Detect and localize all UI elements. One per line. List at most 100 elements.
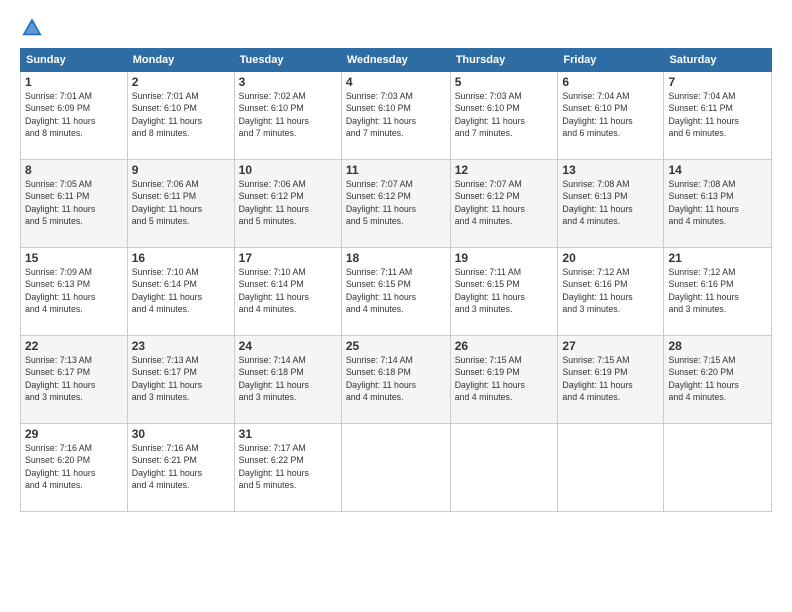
calendar-cell: 7Sunrise: 7:04 AM Sunset: 6:11 PM Daylig… [664,72,772,160]
day-info: Sunrise: 7:13 AM Sunset: 6:17 PM Dayligh… [132,354,230,403]
day-info: Sunrise: 7:06 AM Sunset: 6:11 PM Dayligh… [132,178,230,227]
logo [20,16,48,40]
calendar-cell: 19Sunrise: 7:11 AM Sunset: 6:15 PM Dayli… [450,248,558,336]
page: Sunday Monday Tuesday Wednesday Thursday… [0,0,792,612]
header-wednesday: Wednesday [341,49,450,72]
day-number: 28 [668,339,767,353]
calendar-week-row: 22 Sunrise: 7:13 AM Sunset: 6:17 PM Dayli… [21,336,772,424]
day-number: 21 [668,251,767,265]
calendar-cell: 24Sunrise: 7:14 AM Sunset: 6:18 PM Dayli… [234,336,341,424]
header-friday: Friday [558,49,664,72]
day-number: 6 [562,75,659,89]
day-info: Sunrise: 7:04 AM Sunset: 6:11 PM Dayligh… [668,90,767,139]
day-info: Sunrise: 7:07 AM Sunset: 6:12 PM Dayligh… [455,178,554,227]
calendar-week-row: 15Sunrise: 7:09 AM Sunset: 6:13 PM Dayli… [21,248,772,336]
day-number: 7 [668,75,767,89]
day-info: Sunrise: 7:12 AM Sunset: 6:16 PM Dayligh… [562,266,659,315]
day-info: Sunrise: 7:09 AM Sunset: 6:13 PM Dayligh… [25,266,123,315]
calendar-cell: 18Sunrise: 7:11 AM Sunset: 6:15 PM Dayli… [341,248,450,336]
calendar-cell: 12Sunrise: 7:07 AM Sunset: 6:12 PM Dayli… [450,160,558,248]
calendar-cell: 29Sunrise: 7:16 AM Sunset: 6:20 PM Dayli… [21,424,128,512]
calendar-cell: 4Sunrise: 7:03 AM Sunset: 6:10 PM Daylig… [341,72,450,160]
calendar-cell: 1Sunrise: 7:01 AM Sunset: 6:09 PM Daylig… [21,72,128,160]
day-number: 14 [668,163,767,177]
day-info: Sunrise: 7:06 AM Sunset: 6:12 PM Dayligh… [239,178,337,227]
calendar-cell: 23Sunrise: 7:13 AM Sunset: 6:17 PM Dayli… [127,336,234,424]
calendar-cell: 25Sunrise: 7:14 AM Sunset: 6:18 PM Dayli… [341,336,450,424]
day-number: 10 [239,163,337,177]
calendar-cell [341,424,450,512]
day-number: 5 [455,75,554,89]
day-number: 18 [346,251,446,265]
day-info: Sunrise: 7:16 AM Sunset: 6:21 PM Dayligh… [132,442,230,491]
day-info: Sunrise: 7:10 AM Sunset: 6:14 PM Dayligh… [239,266,337,315]
day-number: 24 [239,339,337,353]
header-monday: Monday [127,49,234,72]
calendar-cell: 26Sunrise: 7:15 AM Sunset: 6:19 PM Dayli… [450,336,558,424]
calendar-cell: 14Sunrise: 7:08 AM Sunset: 6:13 PM Dayli… [664,160,772,248]
header [20,16,772,40]
day-number: 19 [455,251,554,265]
day-info: Sunrise: 7:01 AM Sunset: 6:09 PM Dayligh… [25,90,123,139]
day-number: 30 [132,427,230,441]
day-info: Sunrise: 7:03 AM Sunset: 6:10 PM Dayligh… [455,90,554,139]
day-info: Sunrise: 7:08 AM Sunset: 6:13 PM Dayligh… [668,178,767,227]
day-info: Sunrise: 7:15 AM Sunset: 6:20 PM Dayligh… [668,354,767,403]
calendar-table: Sunday Monday Tuesday Wednesday Thursday… [20,48,772,512]
calendar-cell [664,424,772,512]
day-number: 2 [132,75,230,89]
calendar-cell: 9Sunrise: 7:06 AM Sunset: 6:11 PM Daylig… [127,160,234,248]
day-info: Sunrise: 7:11 AM Sunset: 6:15 PM Dayligh… [346,266,446,315]
calendar-cell: 8Sunrise: 7:05 AM Sunset: 6:11 PM Daylig… [21,160,128,248]
day-number: 8 [25,163,123,177]
calendar-cell: 22Sunrise: 7:13 AM Sunset: 6:17 PM Dayli… [21,336,128,424]
calendar-cell: 28Sunrise: 7:15 AM Sunset: 6:20 PM Dayli… [664,336,772,424]
calendar-cell [450,424,558,512]
day-number: 12 [455,163,554,177]
day-info: Sunrise: 7:03 AM Sunset: 6:10 PM Dayligh… [346,90,446,139]
day-number: 3 [239,75,337,89]
day-info: Sunrise: 7:02 AM Sunset: 6:10 PM Dayligh… [239,90,337,139]
day-info: Sunrise: 7:11 AM Sunset: 6:15 PM Dayligh… [455,266,554,315]
day-number: 23 [132,339,230,353]
weekday-header-row: Sunday Monday Tuesday Wednesday Thursday… [21,49,772,72]
day-number: 25 [346,339,446,353]
calendar-cell: 15Sunrise: 7:09 AM Sunset: 6:13 PM Dayli… [21,248,128,336]
calendar-cell: 6Sunrise: 7:04 AM Sunset: 6:10 PM Daylig… [558,72,664,160]
calendar-cell: 16Sunrise: 7:10 AM Sunset: 6:14 PM Dayli… [127,248,234,336]
calendar-cell: 10Sunrise: 7:06 AM Sunset: 6:12 PM Dayli… [234,160,341,248]
calendar-cell: 11Sunrise: 7:07 AM Sunset: 6:12 PM Dayli… [341,160,450,248]
day-info: Sunrise: 7:10 AM Sunset: 6:14 PM Dayligh… [132,266,230,315]
day-info: Sunrise: 7:16 AM Sunset: 6:20 PM Dayligh… [25,442,123,491]
day-info: Sunrise: 7:12 AM Sunset: 6:16 PM Dayligh… [668,266,767,315]
day-number: 22 [25,339,123,353]
day-info: Sunrise: 7:08 AM Sunset: 6:13 PM Dayligh… [562,178,659,227]
header-tuesday: Tuesday [234,49,341,72]
day-info: Sunrise: 7:17 AM Sunset: 6:22 PM Dayligh… [239,442,337,491]
day-number: 29 [25,427,123,441]
day-number: 17 [239,251,337,265]
calendar-cell [558,424,664,512]
day-number: 1 [25,75,123,89]
calendar-cell: 3Sunrise: 7:02 AM Sunset: 6:10 PM Daylig… [234,72,341,160]
day-info: Sunrise: 7:05 AM Sunset: 6:11 PM Dayligh… [25,178,123,227]
header-thursday: Thursday [450,49,558,72]
day-info: Sunrise: 7:07 AM Sunset: 6:12 PM Dayligh… [346,178,446,227]
day-number: 11 [346,163,446,177]
calendar-week-row: 8Sunrise: 7:05 AM Sunset: 6:11 PM Daylig… [21,160,772,248]
calendar-cell: 17Sunrise: 7:10 AM Sunset: 6:14 PM Dayli… [234,248,341,336]
calendar-cell: 30Sunrise: 7:16 AM Sunset: 6:21 PM Dayli… [127,424,234,512]
day-info: Sunrise: 7:15 AM Sunset: 6:19 PM Dayligh… [455,354,554,403]
day-number: 4 [346,75,446,89]
calendar-cell: 27Sunrise: 7:15 AM Sunset: 6:19 PM Dayli… [558,336,664,424]
day-info: Sunrise: 7:01 AM Sunset: 6:10 PM Dayligh… [132,90,230,139]
day-number: 15 [25,251,123,265]
day-number: 20 [562,251,659,265]
header-saturday: Saturday [664,49,772,72]
calendar-week-row: 29Sunrise: 7:16 AM Sunset: 6:20 PM Dayli… [21,424,772,512]
header-sunday: Sunday [21,49,128,72]
calendar-cell: 31Sunrise: 7:17 AM Sunset: 6:22 PM Dayli… [234,424,341,512]
day-number: 9 [132,163,230,177]
day-number: 27 [562,339,659,353]
day-number: 16 [132,251,230,265]
